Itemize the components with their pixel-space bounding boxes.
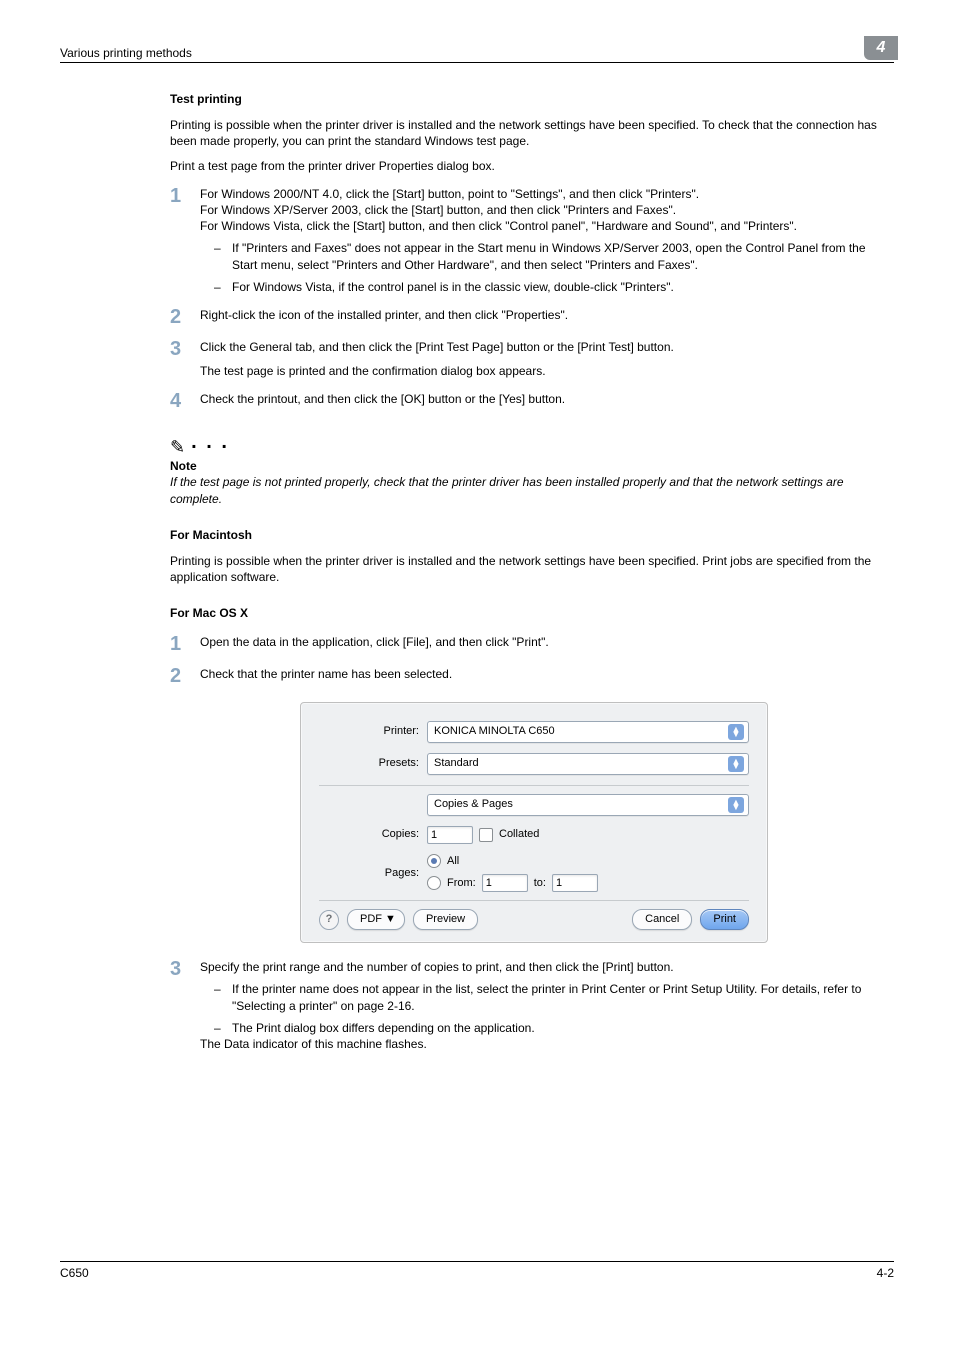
pages-to-input[interactable]	[552, 874, 598, 892]
step-text: For Windows XP/Server 2003, click the [S…	[200, 202, 894, 218]
note-icon: ✎	[170, 438, 185, 456]
step-text: Open the data in the application, click …	[200, 634, 894, 650]
chapter-badge: 4	[864, 36, 898, 60]
presets-label: Presets:	[319, 756, 427, 771]
paragraph: Print a test page from the printer drive…	[170, 158, 894, 174]
copies-input[interactable]	[427, 826, 473, 844]
pages-from-radio[interactable]	[427, 876, 441, 890]
note-label: Note	[170, 458, 894, 474]
sub-item: For Windows Vista, if the control panel …	[232, 279, 894, 295]
collated-label: Collated	[499, 827, 539, 842]
step-result: The test page is printed and the confirm…	[200, 363, 894, 379]
step-text: Specify the print range and the number o…	[200, 959, 894, 975]
step-number: 1	[170, 186, 200, 295]
collated-checkbox[interactable]	[479, 828, 493, 842]
preview-button[interactable]: Preview	[413, 909, 478, 930]
copies-label: Copies:	[319, 827, 427, 842]
section-value: Copies & Pages	[434, 797, 513, 812]
dash: –	[214, 279, 232, 295]
presets-value: Standard	[434, 756, 479, 771]
cancel-button[interactable]: Cancel	[632, 909, 692, 930]
sub-item: The Print dialog box differs depending o…	[232, 1020, 894, 1036]
presets-select[interactable]: Standard ▲▼	[427, 753, 749, 775]
step-text: For Windows Vista, click the [Start] but…	[200, 218, 894, 234]
breadcrumb: Various printing methods	[60, 46, 192, 60]
step-number: 4	[170, 391, 200, 411]
printer-select[interactable]: KONICA MINOLTA C650 ▲▼	[427, 721, 749, 743]
printer-label: Printer:	[319, 724, 427, 739]
dropdown-icon: ▲▼	[728, 724, 744, 740]
note-text: If the test page is not printed properly…	[170, 474, 894, 506]
pages-to-label: to:	[534, 876, 546, 891]
pages-all-label: All	[447, 854, 459, 869]
note-dots: . . .	[191, 429, 229, 456]
pages-all-radio[interactable]	[427, 854, 441, 868]
step-number: 1	[170, 634, 200, 654]
step-result: The Data indicator of this machine flash…	[200, 1036, 894, 1052]
step-number: 2	[170, 666, 200, 686]
pages-from-input[interactable]	[482, 874, 528, 892]
print-dialog: Printer: KONICA MINOLTA C650 ▲▼ Presets:…	[300, 702, 768, 944]
dropdown-icon: ▲▼	[728, 797, 744, 813]
heading-test-printing: Test printing	[170, 91, 894, 107]
heading-for-macosx: For Mac OS X	[170, 605, 894, 621]
dash: –	[214, 981, 232, 1013]
step-text: Click the General tab, and then click th…	[200, 339, 894, 355]
print-button[interactable]: Print	[700, 909, 749, 930]
section-select[interactable]: Copies & Pages ▲▼	[427, 794, 749, 816]
dash: –	[214, 1020, 232, 1036]
paragraph: Printing is possible when the printer dr…	[170, 117, 894, 149]
paragraph: Printing is possible when the printer dr…	[170, 553, 894, 585]
pdf-button[interactable]: PDF ▼	[347, 909, 405, 930]
pages-from-label: From:	[447, 876, 476, 891]
footer-model: C650	[60, 1266, 89, 1280]
sub-item: If "Printers and Faxes" does not appear …	[232, 240, 894, 272]
heading-for-macintosh: For Macintosh	[170, 527, 894, 543]
sub-item: If the printer name does not appear in t…	[232, 981, 894, 1013]
footer-page: 4-2	[877, 1266, 894, 1280]
step-text: Check that the printer name has been sel…	[200, 666, 894, 682]
help-button[interactable]: ?	[319, 910, 339, 930]
step-text: For Windows 2000/NT 4.0, click the [Star…	[200, 186, 894, 202]
step-text: Right-click the icon of the installed pr…	[200, 307, 894, 323]
step-number: 2	[170, 307, 200, 327]
dash: –	[214, 240, 232, 272]
chapter-number: 4	[877, 39, 886, 57]
printer-value: KONICA MINOLTA C650	[434, 724, 555, 739]
dropdown-icon: ▲▼	[728, 756, 744, 772]
pages-label: Pages:	[319, 866, 427, 881]
step-number: 3	[170, 339, 200, 379]
step-text: Check the printout, and then click the […	[200, 391, 894, 407]
step-number: 3	[170, 959, 200, 1052]
